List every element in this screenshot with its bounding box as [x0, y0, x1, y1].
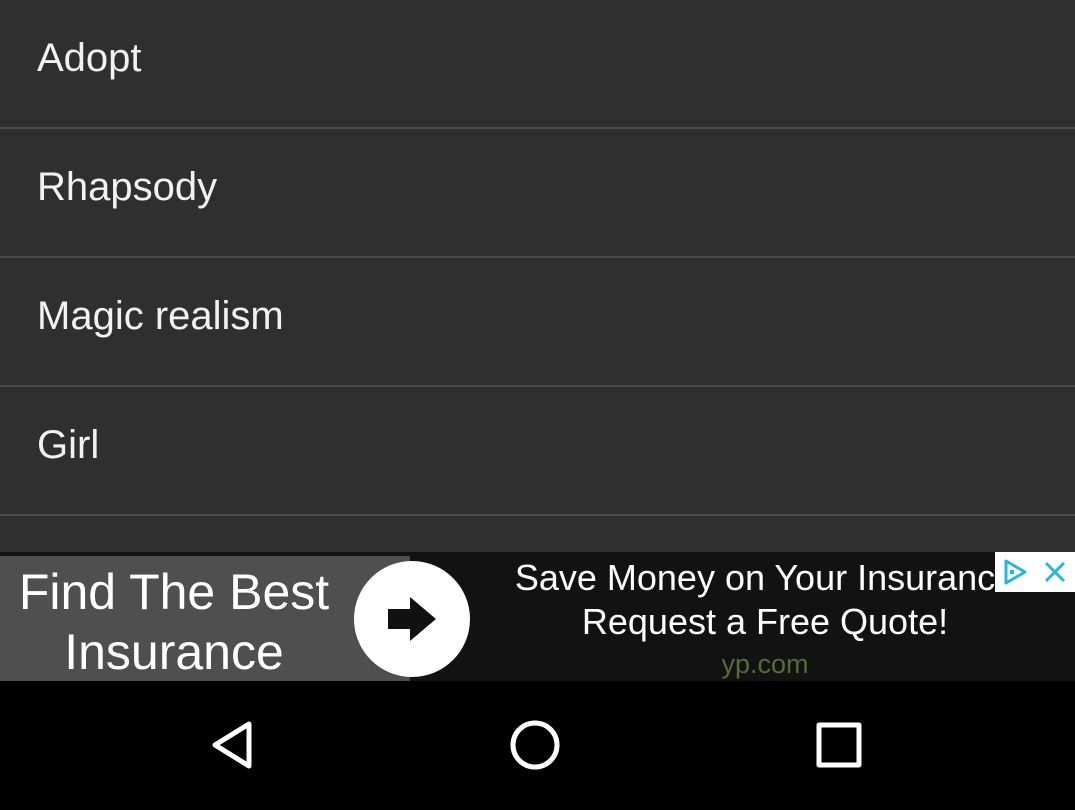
list-item[interactable]: [0, 516, 1075, 556]
ad-headline[interactable]: Find The Best Insurance: [0, 562, 348, 681]
ad-line-1[interactable]: Save Money on Your Insurance: [470, 556, 1060, 600]
navigation-bar: [0, 681, 1075, 810]
list-item[interactable]: Magic realism: [0, 258, 1075, 387]
topic-list: Adopt Rhapsody Magic realism Girl: [0, 0, 1075, 556]
list-item-label: Girl: [37, 423, 100, 467]
recents-square-icon: [816, 722, 862, 768]
list-item-label: Adopt: [37, 36, 142, 80]
back-triangle-icon: [212, 721, 252, 769]
adchoices-icon[interactable]: [995, 552, 1035, 592]
ad-line-2[interactable]: Request a Free Quote!: [470, 600, 1060, 644]
ad-banner[interactable]: Find The Best Insurance Save Money on Yo…: [0, 552, 1075, 681]
ad-domain[interactable]: yp.com: [470, 644, 1060, 681]
close-icon[interactable]: [1035, 552, 1075, 592]
ad-headline-panel[interactable]: Find The Best Insurance: [0, 556, 410, 681]
recents-button[interactable]: [809, 715, 869, 775]
ad-text-block[interactable]: Save Money on Your Insurance Request a F…: [470, 556, 1060, 681]
home-circle-icon: [510, 720, 560, 770]
list-item-label: Rhapsody: [37, 165, 218, 209]
home-button[interactable]: [505, 715, 565, 775]
list-item[interactable]: Adopt: [0, 0, 1075, 129]
app-screen: Adopt Rhapsody Magic realism Girl Find T…: [0, 0, 1075, 810]
list-item-label: Magic realism: [37, 294, 284, 338]
list-item[interactable]: Girl: [0, 387, 1075, 516]
ad-arrow-button[interactable]: [354, 561, 470, 677]
arrow-right-icon: [388, 597, 436, 641]
list-item[interactable]: Rhapsody: [0, 129, 1075, 258]
back-button[interactable]: [203, 715, 263, 775]
